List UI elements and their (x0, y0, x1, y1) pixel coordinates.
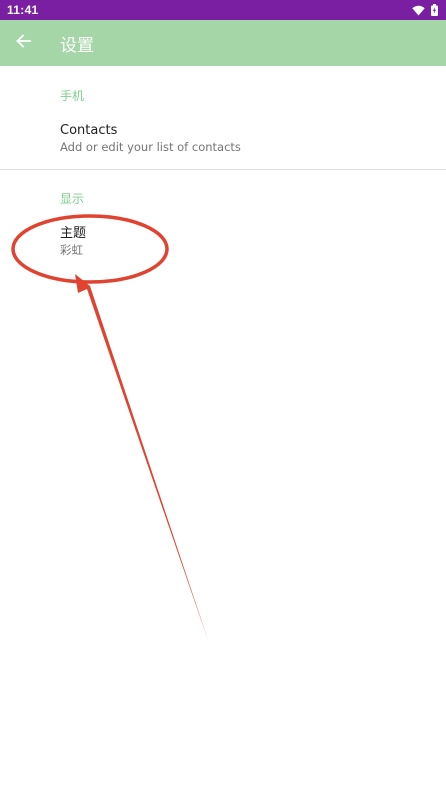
annotation-overlay (11, 214, 209, 643)
back-button[interactable] (0, 20, 46, 66)
category-display: 显示 (60, 192, 85, 206)
battery-icon (431, 1, 438, 20)
pref-theme-title: 主题 (60, 226, 87, 241)
wifi-icon (412, 1, 425, 20)
category-phone: 手机 (60, 89, 85, 103)
status-icons (412, 0, 438, 20)
pref-contacts-summary: Add or edit your list of contacts (60, 140, 241, 154)
app-bar: 设置 (0, 20, 446, 66)
pref-theme[interactable]: 主题 彩虹 (0, 225, 446, 258)
pref-contacts-title: Contacts (60, 123, 118, 138)
pref-contacts[interactable]: Contacts Add or edit your list of contac… (0, 122, 446, 155)
status-bar: 11:41 (0, 0, 446, 20)
status-time: 11:41 (7, 3, 39, 17)
settings-screen: 11:41 设置 手机 Contacts Add or edit your li… (0, 0, 446, 794)
arrow-back-icon (15, 33, 31, 53)
pref-theme-summary: 彩虹 (60, 243, 83, 257)
page-title: 设置 (60, 35, 94, 56)
section-divider (0, 169, 446, 170)
annotation-arrow (75, 274, 209, 643)
